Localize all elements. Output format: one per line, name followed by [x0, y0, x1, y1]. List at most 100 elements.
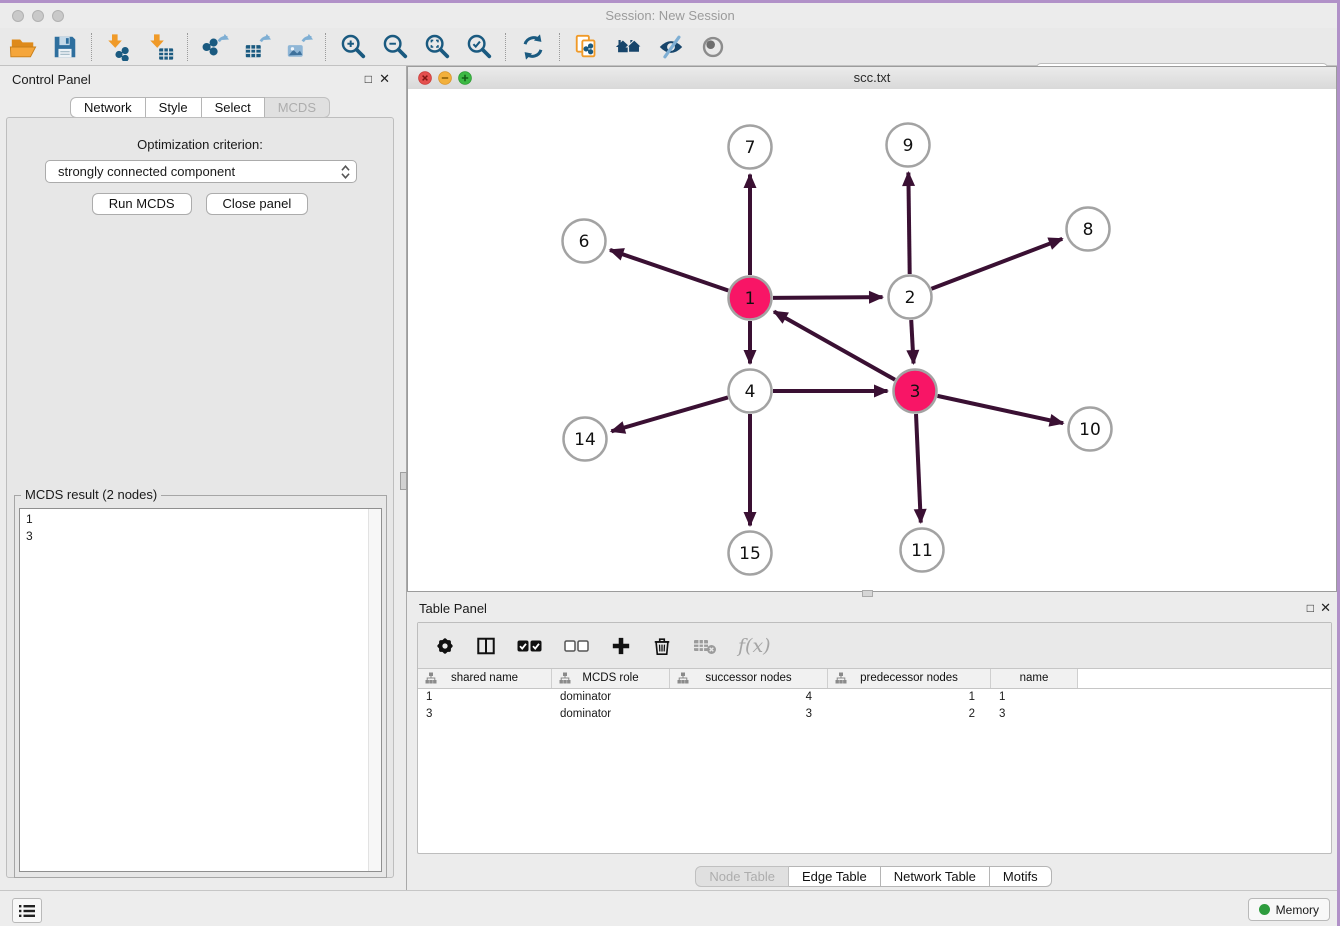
hide-panel-icon[interactable]: [656, 32, 686, 62]
save-session-icon[interactable]: [50, 32, 80, 62]
table-panel-float-icon[interactable]: □: [1307, 602, 1314, 614]
table-panel-title: Table Panel: [419, 601, 487, 616]
cell-name[interactable]: 3: [991, 706, 1078, 723]
table-rows: 1dominator4113dominator323: [418, 689, 1331, 723]
export-table-icon[interactable]: [242, 32, 272, 62]
delete-table-icon[interactable]: [693, 636, 717, 656]
network-window-titlebar[interactable]: scc.txt: [408, 67, 1336, 90]
graph-node-label-11: 11: [911, 541, 933, 561]
column-header-successor-nodes[interactable]: successor nodes: [670, 669, 828, 688]
mcds-result-list[interactable]: 1 3: [19, 508, 382, 872]
refresh-icon[interactable]: [518, 32, 548, 62]
close-panel-button[interactable]: Close panel: [206, 193, 309, 215]
graph-node-label-15: 15: [739, 544, 761, 564]
control-panel-close-icon[interactable]: ✕: [379, 73, 390, 85]
network-canvas[interactable]: 1234678910111415: [408, 89, 1336, 591]
cell-successor-nodes[interactable]: 3: [670, 706, 828, 723]
cell-MCDS-role[interactable]: dominator: [552, 689, 670, 706]
graph-edge-3-1[interactable]: [774, 312, 895, 380]
cell-successor-nodes[interactable]: 4: [670, 689, 828, 706]
memory-label: Memory: [1276, 903, 1319, 917]
show-panel-icon[interactable]: [698, 32, 728, 62]
optimization-criterion-label: Optimization criterion:: [7, 137, 393, 152]
table-panel-close-icon[interactable]: ✕: [1320, 602, 1331, 614]
graph-edge-2-3[interactable]: [911, 320, 913, 364]
status-bar: Memory: [0, 890, 1340, 926]
tab-style[interactable]: Style: [146, 97, 202, 118]
graph-edge-4-14[interactable]: [611, 397, 728, 431]
graph-edge-3-10[interactable]: [937, 396, 1063, 423]
graph-edge-1-2[interactable]: [773, 297, 883, 298]
cell-predecessor-nodes[interactable]: 1: [828, 689, 991, 706]
network-graph: 1234678910111415: [408, 89, 1336, 591]
desktop-edge-top: [0, 0, 1340, 3]
mcds-panel: Optimization criterion: strongly connect…: [6, 117, 394, 878]
export-network-icon[interactable]: [200, 32, 230, 62]
graph-edge-1-6[interactable]: [610, 250, 728, 291]
mcds-result-title: MCDS result (2 nodes): [21, 487, 161, 502]
column-header-name[interactable]: name: [991, 669, 1078, 688]
memory-button[interactable]: Memory: [1248, 898, 1330, 921]
graph-edge-2-9[interactable]: [908, 172, 909, 274]
import-table-icon[interactable]: [146, 32, 176, 62]
select-stepper-icon: [340, 164, 351, 180]
optimization-criterion-select[interactable]: strongly connected component: [45, 160, 357, 183]
tab-motifs[interactable]: Motifs: [990, 866, 1052, 887]
add-row-icon[interactable]: [611, 636, 631, 656]
tab-select[interactable]: Select: [202, 97, 265, 118]
tab-network[interactable]: Network: [70, 97, 146, 118]
column-header-MCDS-role[interactable]: MCDS role: [552, 669, 670, 688]
graph-node-label-8: 8: [1083, 220, 1094, 240]
zoom-selected-icon[interactable]: [464, 32, 494, 62]
control-panel-float-icon[interactable]: □: [365, 73, 372, 85]
select-all-columns-icon[interactable]: [517, 636, 543, 656]
cell-shared-name[interactable]: 3: [418, 706, 552, 723]
list-icon: [18, 904, 36, 918]
deselect-all-columns-icon[interactable]: [564, 636, 590, 656]
cell-MCDS-role[interactable]: dominator: [552, 706, 670, 723]
table-row-2[interactable]: 3dominator323: [418, 706, 1331, 723]
table-row-1[interactable]: 1dominator411: [418, 689, 1331, 706]
column-header-shared-name[interactable]: shared name: [418, 669, 552, 688]
tab-edge-table[interactable]: Edge Table: [789, 866, 881, 887]
home-icon[interactable]: [614, 32, 644, 62]
graph-node-label-1: 1: [745, 289, 756, 309]
tab-network-table[interactable]: Network Table: [881, 866, 990, 887]
run-mcds-button[interactable]: Run MCDS: [92, 193, 192, 215]
task-history-button[interactable]: [12, 898, 42, 923]
delete-row-icon[interactable]: [652, 636, 672, 656]
zoom-fit-icon[interactable]: [422, 32, 452, 62]
apply-function-icon[interactable]: f(x): [738, 636, 771, 656]
graph-node-label-10: 10: [1079, 420, 1101, 440]
vertical-splitter-handle[interactable]: [400, 472, 407, 490]
zoom-out-icon[interactable]: [380, 32, 410, 62]
graph-node-label-7: 7: [745, 138, 756, 158]
import-network-icon[interactable]: [104, 32, 134, 62]
tab-mcds[interactable]: MCDS: [265, 97, 330, 118]
column-header-predecessor-nodes[interactable]: predecessor nodes: [828, 669, 991, 688]
tab-node-table[interactable]: Node Table: [695, 866, 789, 887]
export-image-icon[interactable]: [284, 32, 314, 62]
open-file-icon[interactable]: [8, 32, 38, 62]
split-columns-icon[interactable]: [476, 636, 496, 656]
vertical-splitter[interactable]: [400, 66, 407, 890]
cell-shared-name[interactable]: 1: [418, 689, 552, 706]
graph-edge-2-8[interactable]: [931, 239, 1062, 289]
graph-node-label-9: 9: [903, 136, 914, 156]
window-titlebar: Session: New Session: [0, 3, 1340, 28]
control-panel-tabbar: NetworkStyleSelectMCDS: [0, 97, 400, 118]
table-toolbar: f(x): [418, 623, 1331, 668]
table-panel: Table Panel □ ✕ f(x) shared nameMCDS rol…: [407, 595, 1340, 888]
cell-name[interactable]: 1: [991, 689, 1078, 706]
main-toolbar: [0, 28, 1340, 66]
graph-edge-3-11[interactable]: [916, 414, 921, 523]
window-title: Session: New Session: [0, 8, 1340, 23]
application-window: Session: New Session Control Panel □ ✕ N…: [0, 0, 1340, 926]
cell-predecessor-nodes[interactable]: 2: [828, 706, 991, 723]
zoom-in-icon[interactable]: [338, 32, 368, 62]
table-header-row: shared nameMCDS rolesuccessor nodesprede…: [418, 668, 1331, 689]
clone-network-icon[interactable]: [572, 32, 602, 62]
table-settings-icon[interactable]: [435, 636, 455, 656]
mcds-result-scrollbar[interactable]: [368, 509, 381, 871]
toolbar-separator: [325, 33, 327, 61]
